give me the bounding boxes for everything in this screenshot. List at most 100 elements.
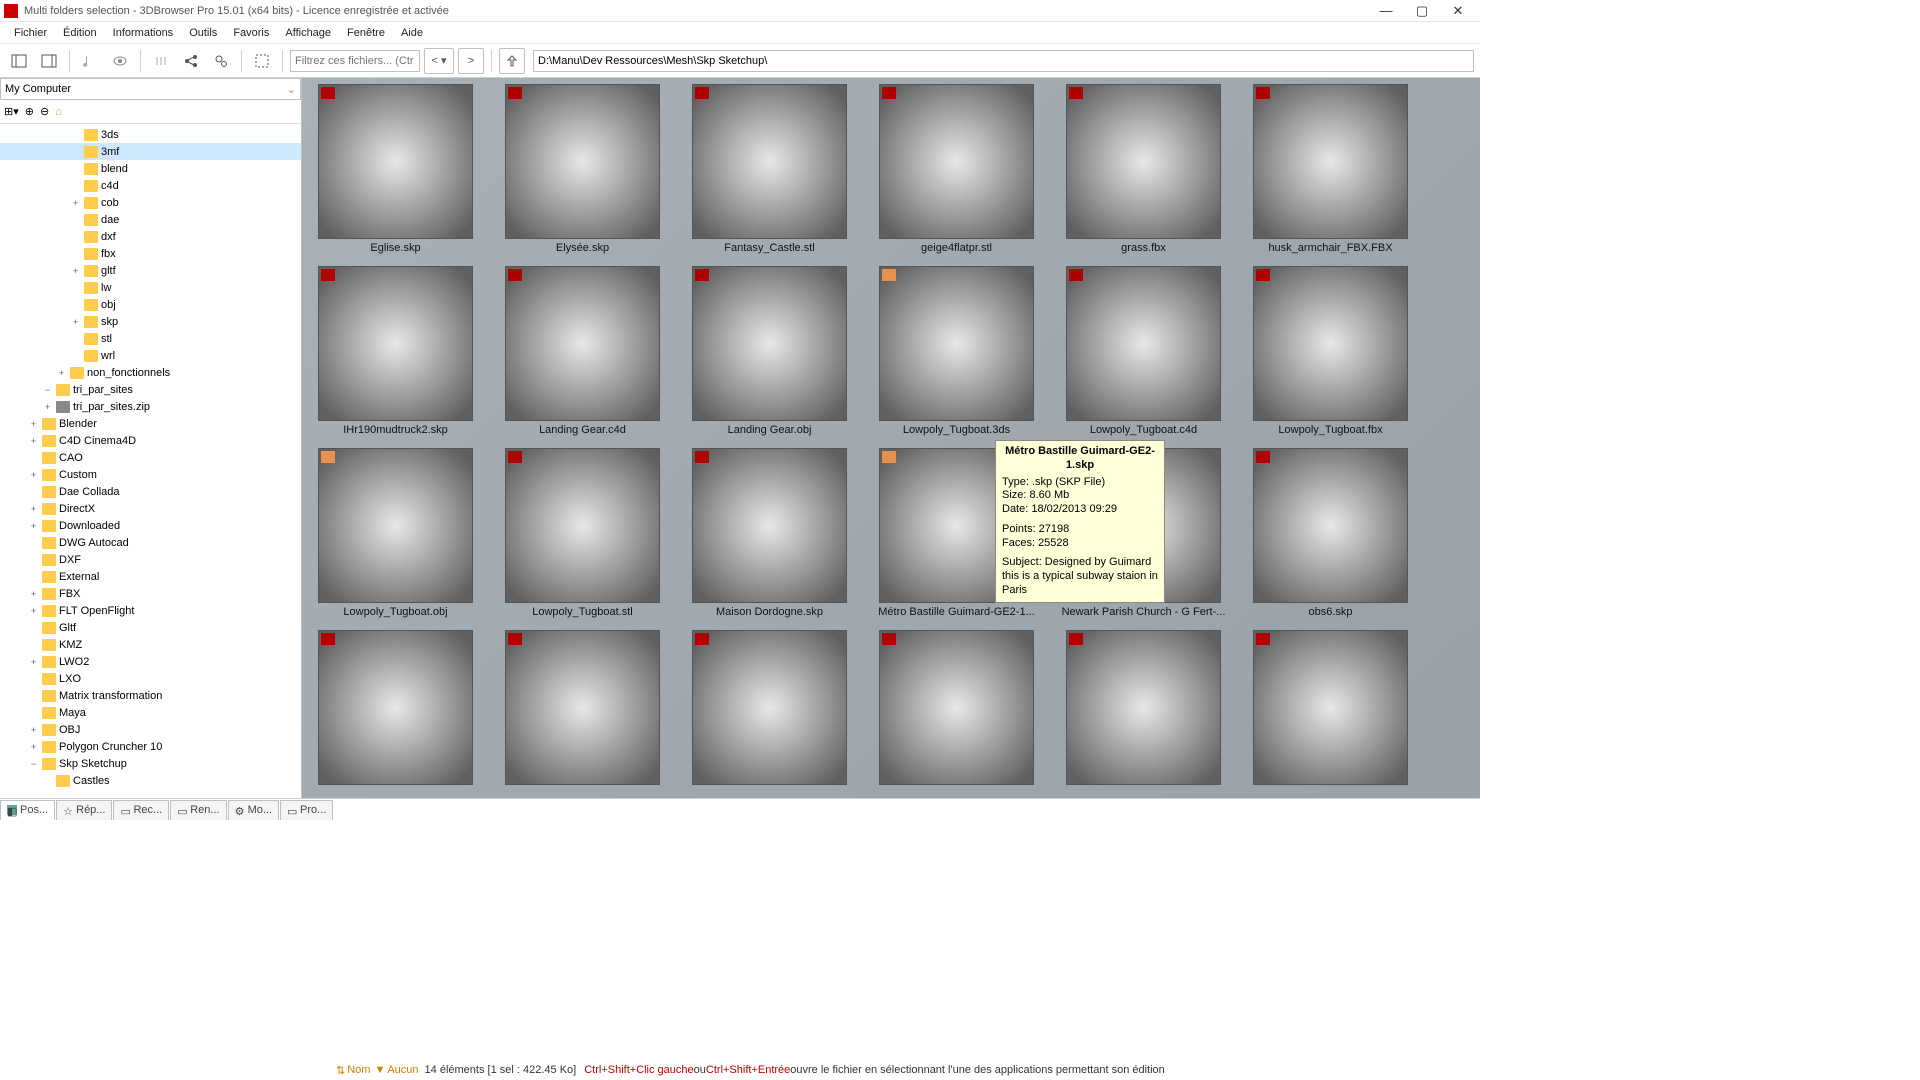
- thumbnail[interactable]: Lowpoly_Tugboat.obj: [308, 448, 483, 618]
- thumbnail[interactable]: Lowpoly_Tugboat.fbx: [1243, 266, 1418, 436]
- tree-item[interactable]: +Blender: [0, 415, 301, 432]
- tab-pos[interactable]: ◧Pos...: [0, 800, 55, 820]
- tree-item[interactable]: Castles: [0, 772, 301, 789]
- select-icon[interactable]: [249, 48, 275, 74]
- menu-affichage[interactable]: Affichage: [277, 25, 339, 41]
- tree-item[interactable]: fbx: [0, 245, 301, 262]
- tree-item[interactable]: Maya: [0, 704, 301, 721]
- thumbnail[interactable]: [869, 630, 1044, 788]
- tree-item[interactable]: +gltf: [0, 262, 301, 279]
- tree-item[interactable]: +FLT OpenFlight: [0, 602, 301, 619]
- tree-item[interactable]: KMZ: [0, 636, 301, 653]
- tree-item[interactable]: −tri_par_sites: [0, 381, 301, 398]
- music-icon[interactable]: [77, 48, 103, 74]
- tree-item[interactable]: −Skp Sketchup: [0, 755, 301, 772]
- home-icon[interactable]: ⌂: [55, 106, 62, 118]
- thumbnail[interactable]: Landing Gear.c4d: [495, 266, 670, 436]
- back-button[interactable]: < ▾: [424, 48, 454, 74]
- tree-item[interactable]: DWG Autocad: [0, 534, 301, 551]
- menu-informations[interactable]: Informations: [105, 25, 182, 41]
- tree-item[interactable]: LXO: [0, 670, 301, 687]
- menu-edition[interactable]: Édition: [55, 25, 105, 41]
- menu-outils[interactable]: Outils: [181, 25, 225, 41]
- thumbnail[interactable]: grass.fbx: [1056, 84, 1231, 254]
- thumbnail[interactable]: Maison Dordogne.skp: [682, 448, 857, 618]
- gears-icon[interactable]: [208, 48, 234, 74]
- tree-item[interactable]: +Custom: [0, 466, 301, 483]
- thumbnail[interactable]: Fantasy_Castle.stl: [682, 84, 857, 254]
- tab-pro[interactable]: ▭Pro...: [280, 800, 333, 820]
- eye-icon[interactable]: [107, 48, 133, 74]
- tree-item[interactable]: +Downloaded: [0, 517, 301, 534]
- tree-item[interactable]: obj: [0, 296, 301, 313]
- tree-item[interactable]: dae: [0, 211, 301, 228]
- tree-item[interactable]: Gltf: [0, 619, 301, 636]
- minimize-button[interactable]: —: [1368, 3, 1404, 19]
- menu-fichier[interactable]: Fichier: [6, 25, 55, 41]
- tree-item[interactable]: +LWO2: [0, 653, 301, 670]
- folder-tree[interactable]: 3ds3mfblendc4d+cobdaedxffbx+gltflwobj+sk…: [0, 124, 301, 798]
- maximize-button[interactable]: ▢: [1404, 3, 1440, 19]
- dropdown-icon[interactable]: ⌄: [287, 83, 296, 96]
- thumbnail[interactable]: [682, 630, 857, 788]
- panel1-icon[interactable]: [6, 48, 32, 74]
- tree-item[interactable]: +FBX: [0, 585, 301, 602]
- tree-item[interactable]: DXF: [0, 551, 301, 568]
- thumbnail[interactable]: [1243, 630, 1418, 788]
- tree-item[interactable]: stl: [0, 330, 301, 347]
- tree-item[interactable]: +Polygon Cruncher 10: [0, 738, 301, 755]
- tree-item[interactable]: +DirectX: [0, 500, 301, 517]
- bars-icon[interactable]: [148, 48, 174, 74]
- tree-view-icon[interactable]: ⊞▾: [4, 105, 19, 118]
- tree-item[interactable]: dxf: [0, 228, 301, 245]
- collapse-icon[interactable]: ⊖: [40, 105, 49, 118]
- tree-item[interactable]: +cob: [0, 194, 301, 211]
- tree-item[interactable]: +OBJ: [0, 721, 301, 738]
- thumbnail[interactable]: [495, 630, 670, 788]
- thumbnail-area[interactable]: Eglise.skpElysée.skpFantasy_Castle.stlge…: [302, 78, 1480, 798]
- tree-item[interactable]: 3ds: [0, 126, 301, 143]
- tree-item[interactable]: CAO: [0, 449, 301, 466]
- forward-button[interactable]: >: [458, 48, 484, 74]
- tree-item[interactable]: Dae Collada: [0, 483, 301, 500]
- tree-item[interactable]: +tri_par_sites.zip: [0, 398, 301, 415]
- tree-item[interactable]: c4d: [0, 177, 301, 194]
- tab-mo[interactable]: ⚙Mo...: [228, 800, 279, 820]
- thumbnail[interactable]: Lowpoly_Tugboat.c4d: [1056, 266, 1231, 436]
- tree-item[interactable]: +skp: [0, 313, 301, 330]
- thumbnail[interactable]: obs6.skp: [1243, 448, 1418, 618]
- path-bar[interactable]: D:\Manu\Dev Ressources\Mesh\Skp Sketchup…: [533, 50, 1474, 72]
- thumbnail[interactable]: IHr190mudtruck2.skp: [308, 266, 483, 436]
- panel2-icon[interactable]: [36, 48, 62, 74]
- tree-item[interactable]: Matrix transformation: [0, 687, 301, 704]
- tab-ren[interactable]: ▭Ren...: [170, 800, 226, 820]
- share-icon[interactable]: [178, 48, 204, 74]
- thumbnail[interactable]: Lowpoly_Tugboat.stl: [495, 448, 670, 618]
- tree-item[interactable]: External: [0, 568, 301, 585]
- close-button[interactable]: ✕: [1440, 3, 1476, 19]
- sidebar-header[interactable]: My Computer ⌄: [0, 78, 301, 100]
- tree-item[interactable]: wrl: [0, 347, 301, 364]
- tree-item[interactable]: lw: [0, 279, 301, 296]
- tree-item[interactable]: +C4D Cinema4D: [0, 432, 301, 449]
- expand-icon[interactable]: ⊕: [25, 105, 34, 118]
- menu-aide[interactable]: Aide: [393, 25, 431, 41]
- thumbnail[interactable]: husk_armchair_FBX.FBX: [1243, 84, 1418, 254]
- thumbnail[interactable]: [308, 630, 483, 788]
- thumbnail[interactable]: Lowpoly_Tugboat.3ds: [869, 266, 1044, 436]
- tree-item[interactable]: +non_fonctionnels: [0, 364, 301, 381]
- tooltip: Métro Bastille Guimard-GE2-1.skp Type: .…: [995, 440, 1165, 603]
- thumbnail[interactable]: [1056, 630, 1231, 788]
- menu-fenetre[interactable]: Fenêtre: [339, 25, 393, 41]
- tab-rep[interactable]: ☆Rép...: [56, 800, 112, 820]
- thumbnail[interactable]: Eglise.skp: [308, 84, 483, 254]
- tab-rec[interactable]: ▭Rec...: [113, 800, 169, 820]
- filter-input[interactable]: [290, 50, 420, 72]
- thumbnail[interactable]: Elysée.skp: [495, 84, 670, 254]
- tree-item[interactable]: blend: [0, 160, 301, 177]
- up-button[interactable]: [499, 48, 525, 74]
- tree-item[interactable]: 3mf: [0, 143, 301, 160]
- thumbnail[interactable]: geige4flatpr.stl: [869, 84, 1044, 254]
- thumbnail[interactable]: Landing Gear.obj: [682, 266, 857, 436]
- menu-favoris[interactable]: Favoris: [225, 25, 277, 41]
